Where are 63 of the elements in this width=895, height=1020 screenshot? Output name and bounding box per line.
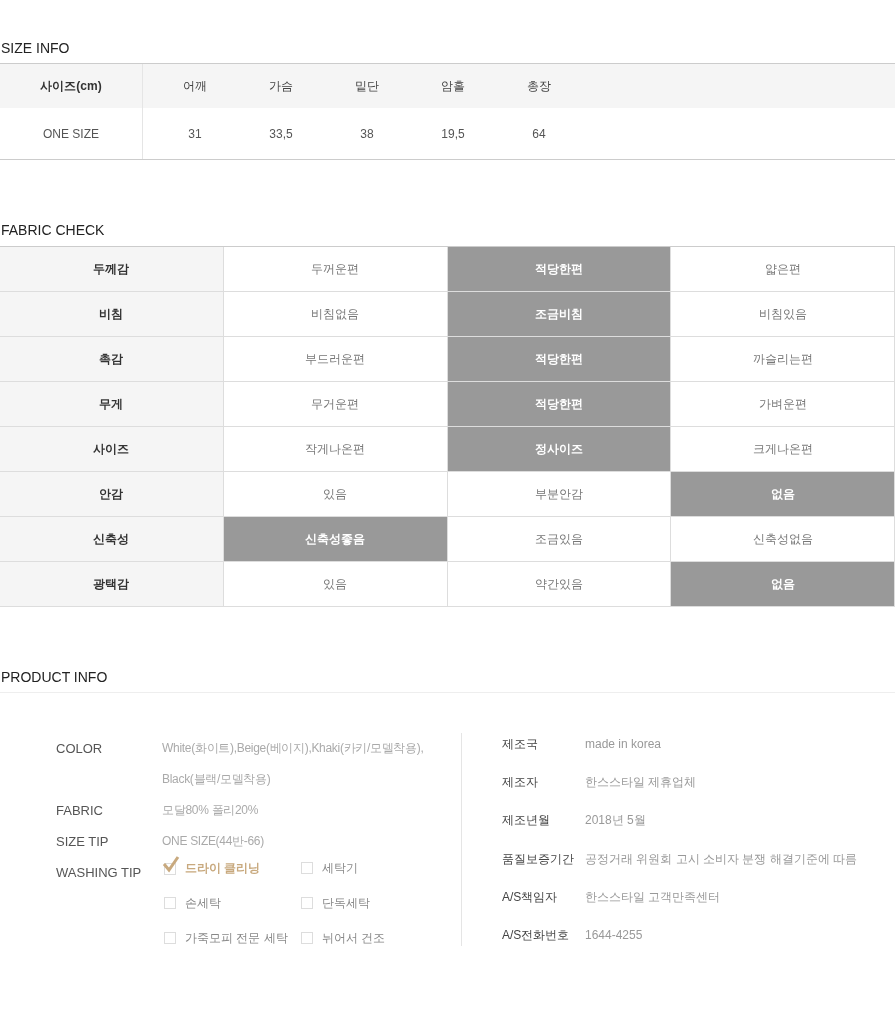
notice-value: 한스스타일 제휴업체 (585, 774, 697, 791)
checked-checkbox-icon[interactable] (162, 855, 180, 875)
table-cell-text: ONE SIZE (43, 125, 99, 143)
row-label: 두께감 (0, 247, 224, 291)
column-header: 사이즈(cm) (40, 78, 102, 95)
washing-option-label: 세탁기 (322, 860, 358, 877)
detail-value: White(화이트),Beige(베이지),Khaki(카키/모델착용), (162, 740, 424, 757)
washing-option-label: 뉘어서 건조 (322, 930, 386, 947)
section-title: SIZE INFO (0, 39, 71, 58)
selected-option-cell: 신축성좋음 (223, 517, 448, 561)
notice-value: 1644-4255 (585, 927, 643, 945)
selected-option-cell: 적당한편 (447, 337, 672, 381)
column-header: 가슴 (269, 78, 293, 95)
column-header: 총장 (527, 78, 551, 95)
washing-option-label: 드라이 클리닝 (185, 860, 261, 877)
checkbox-icon[interactable] (301, 862, 313, 874)
washing-option-label: 손세탁 (185, 895, 221, 912)
row-label: 비침 (0, 292, 224, 336)
detail-label: WASHING TIP (56, 864, 143, 882)
selected-option-cell: 조금비침 (447, 292, 672, 336)
section-title: PRODUCT INFO (0, 666, 895, 693)
detail-value: Black(블랙/모델착용) (162, 771, 272, 788)
notice-label: A/S책임자 (502, 888, 559, 906)
column-header: 암홀 (441, 78, 465, 95)
checkbox-icon[interactable] (164, 932, 176, 944)
selected-option-cell: 없음 (671, 562, 895, 606)
section-title: FABRIC CHECK (0, 221, 106, 240)
table-cell-text: 33,5 (269, 125, 293, 143)
notice-value: made in korea (585, 735, 662, 753)
table-cell-text: 31 (188, 125, 202, 143)
notice-value: 공정거래 위원회 고시 소비자 분쟁 해결기준에 따름 (585, 850, 857, 868)
row-label: 안감 (0, 472, 224, 516)
washing-option-label: 가죽모피 전문 세탁 (185, 930, 288, 947)
row-label: 광택감 (0, 562, 224, 606)
notice-label: 제조국 (502, 735, 539, 753)
checkbox-icon[interactable] (301, 897, 313, 909)
row-label: 사이즈 (0, 427, 224, 471)
row-label: 무게 (0, 382, 224, 426)
checkbox-icon[interactable] (164, 897, 176, 909)
detail-value: 모달80% 폴리20% (162, 802, 259, 819)
selected-option-cell: 적당한편 (447, 382, 672, 426)
row-label: 신축성 (0, 517, 224, 561)
notice-label: 제조년월 (502, 812, 551, 830)
column-header: 밑단 (355, 78, 379, 95)
table-cell-text: 19,5 (441, 125, 465, 143)
table-cell-text: 64 (532, 125, 546, 143)
row-label: 촉감 (0, 337, 224, 381)
selected-option-cell: 없음 (671, 472, 895, 516)
notice-label: 품질보증기간 (502, 850, 575, 868)
selected-option-cell: 적당한편 (447, 247, 672, 291)
table-cell-text: 38 (360, 125, 374, 143)
checkbox-icon[interactable] (301, 932, 313, 944)
detail-value: ONE SIZE(44반-66) (162, 833, 264, 850)
notice-label: 제조자 (502, 774, 539, 791)
detail-label: COLOR (56, 740, 104, 758)
notice-value: 2018년 5월 (585, 812, 646, 830)
notice-value: 한스스타일 고객만족센터 (585, 888, 721, 906)
column-header: 어깨 (183, 78, 207, 95)
selected-option-cell: 정사이즈 (447, 427, 672, 471)
detail-label: SIZE TIP (56, 833, 110, 851)
notice-label: A/S전화번호 (502, 927, 571, 945)
detail-label: FABRIC (56, 802, 104, 820)
washing-option-label: 단독세탁 (322, 895, 370, 912)
